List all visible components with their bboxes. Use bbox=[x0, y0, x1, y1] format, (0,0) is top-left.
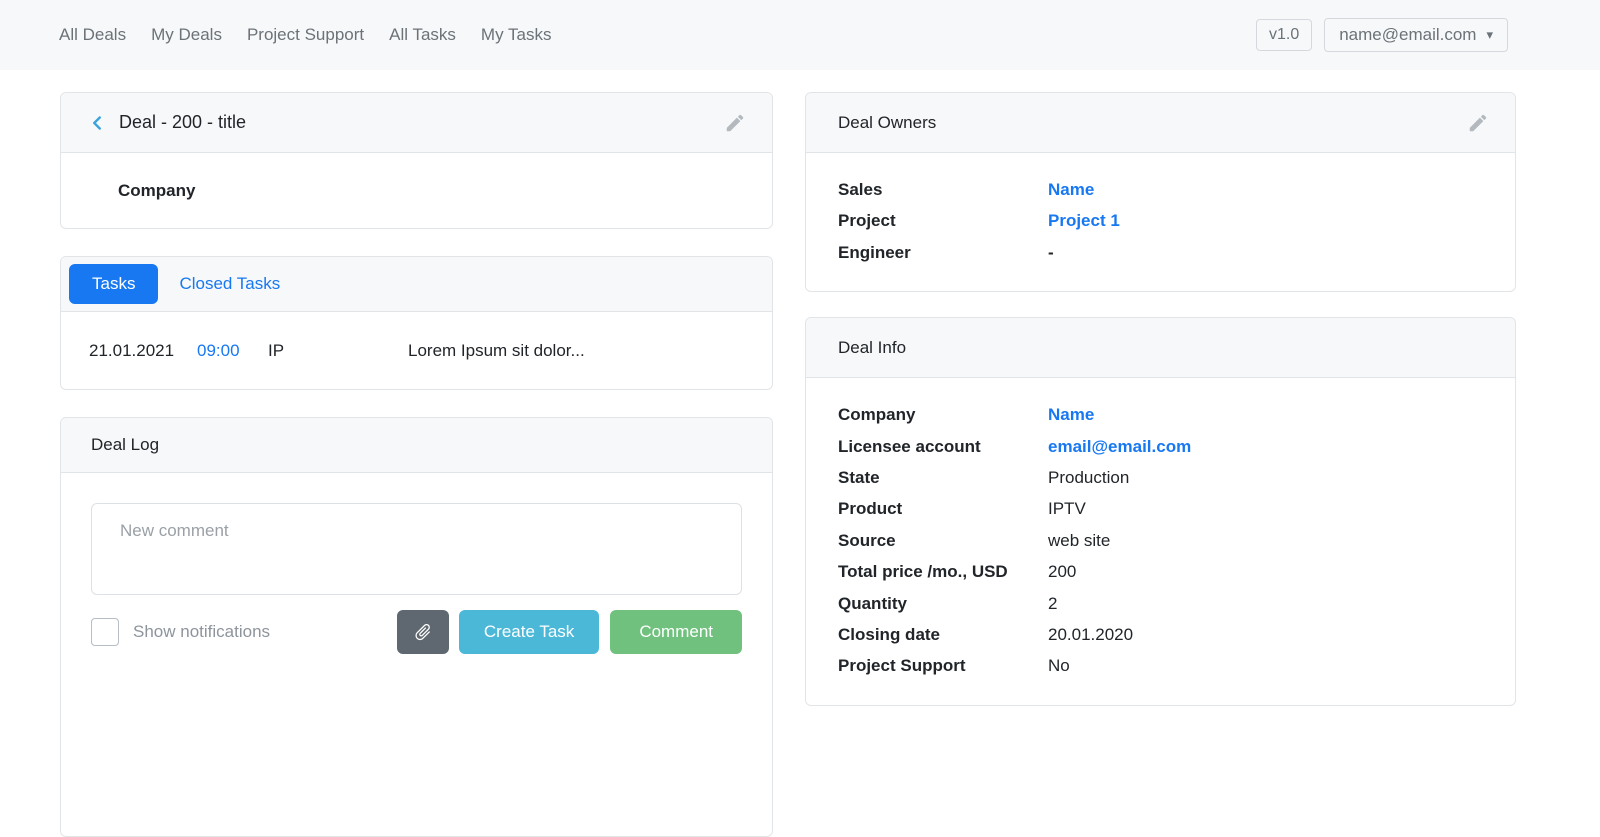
tasks-tabs-header: Tasks Closed Tasks bbox=[61, 257, 772, 312]
deal-owners-body: Sales Name Project Project 1 Engineer - bbox=[806, 153, 1515, 291]
tasks-card: Tasks Closed Tasks 21.01.2021 09:00 IP L… bbox=[60, 256, 773, 390]
deal-log-controls: Show notifications Create Task Comment bbox=[91, 610, 742, 654]
project-owner-link[interactable]: Project 1 bbox=[1048, 205, 1120, 236]
nav-my-deals[interactable]: My Deals bbox=[151, 25, 222, 45]
nav-my-tasks[interactable]: My Tasks bbox=[481, 25, 552, 45]
info-row-quantity: Quantity 2 bbox=[838, 588, 1483, 619]
right-column: Deal Owners Sales Name Project Project 1 bbox=[805, 92, 1516, 706]
caret-down-icon: ▾ bbox=[1486, 27, 1493, 43]
deal-card-body: Company bbox=[61, 153, 772, 228]
info-row-licensee: Licensee account email@email.com bbox=[838, 431, 1483, 462]
create-task-button[interactable]: Create Task bbox=[459, 610, 599, 654]
user-menu-dropdown[interactable]: name@email.com ▾ bbox=[1324, 18, 1508, 52]
info-row-closing-date: Closing date 20.01.2020 bbox=[838, 619, 1483, 650]
info-row-project-support: Project Support No bbox=[838, 650, 1483, 681]
task-description: Lorem Ipsum sit dolor... bbox=[408, 341, 585, 361]
nav-right: v1.0 name@email.com ▾ bbox=[1256, 18, 1508, 52]
task-date: 21.01.2021 bbox=[89, 341, 197, 361]
info-row-product: Product IPTV bbox=[838, 493, 1483, 524]
paperclip-icon bbox=[409, 618, 437, 646]
deal-info-header: Deal Info bbox=[806, 318, 1515, 378]
show-notifications-label: Show notifications bbox=[133, 622, 270, 642]
engineer-value: - bbox=[1048, 237, 1054, 268]
deal-info-card: Deal Info Company Name Licensee account … bbox=[805, 317, 1516, 706]
nav-all-deals[interactable]: All Deals bbox=[59, 25, 126, 45]
row-label: Total price /mo., USD bbox=[838, 556, 1048, 587]
version-badge: v1.0 bbox=[1256, 19, 1312, 51]
company-link[interactable]: Name bbox=[1048, 399, 1094, 430]
state-value: Production bbox=[1048, 462, 1129, 493]
edit-owners-button[interactable] bbox=[1467, 112, 1489, 134]
info-row-source: Source web site bbox=[838, 525, 1483, 556]
info-row-state: State Production bbox=[838, 462, 1483, 493]
pencil-icon bbox=[724, 112, 746, 134]
task-time-link[interactable]: 09:00 bbox=[197, 341, 268, 361]
deal-info-body: Company Name Licensee account email@emai… bbox=[806, 378, 1515, 705]
info-row-total-price: Total price /mo., USD 200 bbox=[838, 556, 1483, 587]
task-row[interactable]: 21.01.2021 09:00 IP Lorem Ipsum sit dolo… bbox=[61, 312, 772, 389]
new-comment-input[interactable] bbox=[91, 503, 742, 595]
product-value: IPTV bbox=[1048, 493, 1086, 524]
comment-button[interactable]: Comment bbox=[610, 610, 742, 654]
quantity-value: 2 bbox=[1048, 588, 1057, 619]
deal-owners-header: Deal Owners bbox=[806, 93, 1515, 153]
deal-title: Deal - 200 - title bbox=[119, 112, 246, 133]
main-content: Deal - 200 - title Company Tasks Closed … bbox=[0, 70, 1600, 837]
deal-log-title: Deal Log bbox=[91, 435, 159, 455]
source-value: web site bbox=[1048, 525, 1110, 556]
row-label: Engineer bbox=[838, 237, 1048, 268]
closing-date-value: 20.01.2020 bbox=[1048, 619, 1133, 650]
show-notifications-checkbox[interactable] bbox=[91, 618, 119, 646]
back-button[interactable] bbox=[85, 111, 109, 135]
nav-links: All Deals My Deals Project Support All T… bbox=[59, 25, 551, 45]
deal-log-card: Deal Log Show notifications Create Task … bbox=[60, 417, 773, 837]
deal-log-header: Deal Log bbox=[61, 418, 772, 473]
attach-file-button[interactable] bbox=[397, 610, 449, 654]
row-label: Source bbox=[838, 525, 1048, 556]
edit-deal-button[interactable] bbox=[724, 112, 746, 134]
tab-tasks[interactable]: Tasks bbox=[69, 264, 158, 304]
deal-company-name: Company bbox=[118, 181, 195, 201]
deal-info-title: Deal Info bbox=[838, 338, 906, 358]
deal-owners-title: Deal Owners bbox=[838, 113, 936, 133]
sales-owner-link[interactable]: Name bbox=[1048, 174, 1094, 205]
row-label: Sales bbox=[838, 174, 1048, 205]
row-label: Closing date bbox=[838, 619, 1048, 650]
deal-owners-card: Deal Owners Sales Name Project Project 1 bbox=[805, 92, 1516, 292]
licensee-account-link[interactable]: email@email.com bbox=[1048, 431, 1191, 462]
row-label: Quantity bbox=[838, 588, 1048, 619]
chevron-left-icon bbox=[86, 112, 108, 134]
owners-row-engineer: Engineer - bbox=[838, 237, 1483, 268]
total-price-value: 200 bbox=[1048, 556, 1076, 587]
pencil-icon bbox=[1467, 112, 1489, 134]
tab-closed-tasks[interactable]: Closed Tasks bbox=[179, 274, 280, 294]
deal-card: Deal - 200 - title Company bbox=[60, 92, 773, 229]
row-label: Company bbox=[838, 399, 1048, 430]
project-support-value: No bbox=[1048, 650, 1070, 681]
owners-row-project: Project Project 1 bbox=[838, 205, 1483, 236]
nav-project-support[interactable]: Project Support bbox=[247, 25, 364, 45]
top-navbar: All Deals My Deals Project Support All T… bbox=[0, 0, 1600, 70]
deal-log-body: Show notifications Create Task Comment bbox=[61, 473, 772, 684]
task-initials: IP bbox=[268, 341, 408, 361]
row-label: Product bbox=[838, 493, 1048, 524]
owners-row-sales: Sales Name bbox=[838, 174, 1483, 205]
left-column: Deal - 200 - title Company Tasks Closed … bbox=[60, 92, 773, 837]
row-label: State bbox=[838, 462, 1048, 493]
info-row-company: Company Name bbox=[838, 399, 1483, 430]
row-label: Licensee account bbox=[838, 431, 1048, 462]
row-label: Project Support bbox=[838, 650, 1048, 681]
row-label: Project bbox=[838, 205, 1048, 236]
deal-card-header: Deal - 200 - title bbox=[61, 93, 772, 153]
user-email: name@email.com bbox=[1339, 25, 1476, 45]
nav-all-tasks[interactable]: All Tasks bbox=[389, 25, 456, 45]
